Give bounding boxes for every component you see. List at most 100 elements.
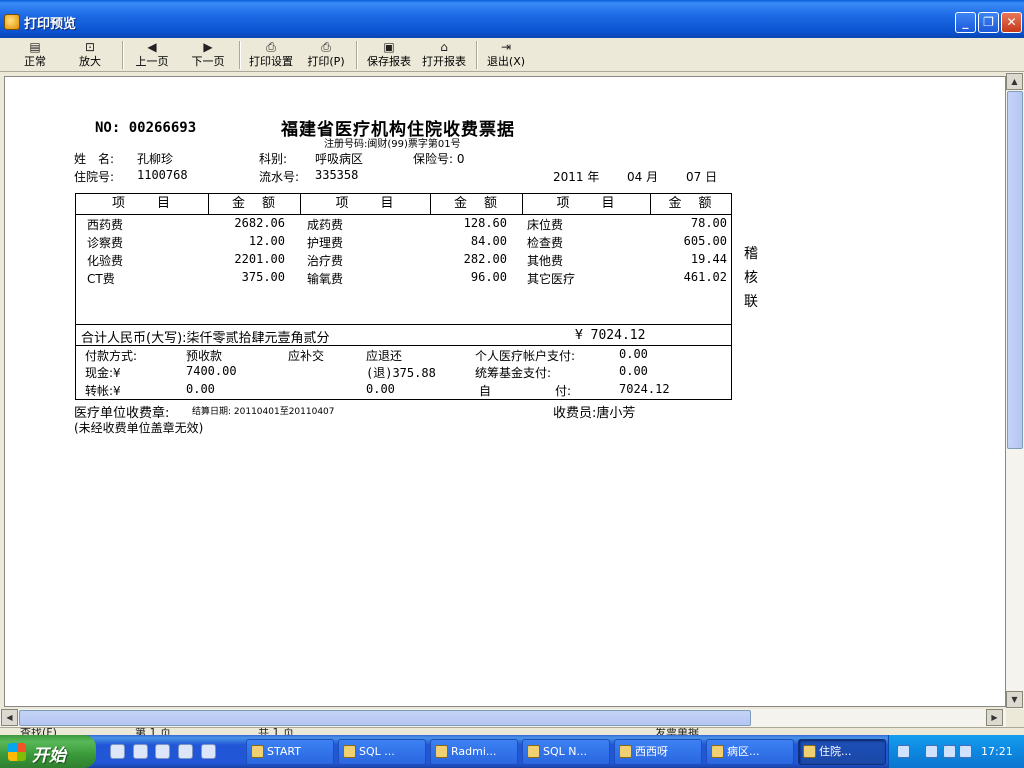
prev-page-button[interactable]: ◀ 上一页 bbox=[131, 39, 173, 71]
zoom-icon: ⊡ bbox=[84, 40, 96, 54]
windows-logo-icon bbox=[8, 743, 26, 761]
item-amount: 375.00 bbox=[241, 270, 285, 284]
toolbar: ▤ 正常 ⊡ 放大 ◀ 上一页 ▶ 下一页 ⎙ 打印设置 ⎙ 打印(P) ▣ 保… bbox=[0, 38, 1024, 72]
folder-icon bbox=[251, 745, 264, 758]
toolbar-separator bbox=[476, 41, 478, 69]
item-amount: 282.00 bbox=[463, 252, 507, 266]
transfer-value-2: 0.00 bbox=[366, 382, 395, 396]
item-name: CT费 bbox=[87, 272, 115, 286]
item-name: 诊察费 bbox=[87, 236, 124, 250]
item-name: 检查费 bbox=[527, 236, 564, 250]
exit-icon: ⇥ bbox=[500, 40, 512, 54]
app-icon bbox=[803, 745, 816, 758]
tray-expand-icon[interactable] bbox=[925, 745, 938, 758]
serial-number: 335358 bbox=[315, 168, 359, 182]
close-button[interactable]: ✕ bbox=[1001, 12, 1022, 33]
item-amount: 128.60 bbox=[463, 216, 507, 230]
taskbar: 开始 START SQL ... Radmi... SQL N... 西西呀 病… bbox=[0, 735, 1024, 768]
exit-button[interactable]: ⇥ 退出(X) bbox=[483, 39, 529, 71]
open-report-button[interactable]: ⌂ 打开报表 bbox=[418, 39, 470, 71]
col-header-item: 项 目 bbox=[556, 196, 617, 211]
registration-number: 注册号码:闽财(99)票字第01号 bbox=[324, 139, 461, 150]
admission-label: 住院号: bbox=[74, 170, 115, 184]
normal-view-button[interactable]: ▤ 正常 bbox=[17, 39, 53, 71]
print-button[interactable]: ⎙ 打印(P) bbox=[303, 39, 349, 71]
status-find[interactable]: 查找(F) bbox=[20, 728, 57, 735]
item-name: 输氧费 bbox=[307, 272, 344, 286]
clock: 17:21 bbox=[981, 745, 1013, 758]
item-amount: 2201.00 bbox=[234, 252, 285, 266]
window-title: 打印预览 bbox=[24, 17, 77, 32]
vertical-scrollbar[interactable]: ▲ ▼ bbox=[1006, 72, 1024, 709]
pay-method-label: 付款方式: bbox=[85, 349, 138, 363]
quicklaunch-icon[interactable] bbox=[201, 744, 216, 759]
task-ward[interactable]: 病区... bbox=[706, 739, 794, 765]
print-setup-button[interactable]: ⎙ 打印设置 bbox=[245, 39, 297, 71]
quicklaunch-icon[interactable] bbox=[133, 744, 148, 759]
toolbar-separator bbox=[356, 41, 358, 69]
status-total-pages: 共 1 页 bbox=[258, 727, 294, 735]
receipt-number: NO: 00266693 bbox=[95, 120, 197, 136]
task-inpatient[interactable]: 住院... bbox=[798, 739, 886, 765]
item-amount: 84.00 bbox=[470, 234, 507, 248]
table-header-line bbox=[75, 214, 732, 215]
task-xixiya[interactable]: 西西呀 bbox=[614, 739, 702, 765]
cash-label: 现金:¥ bbox=[85, 366, 121, 380]
keyboard-icon[interactable] bbox=[897, 745, 910, 758]
globe-icon bbox=[527, 745, 540, 758]
network-icon[interactable] bbox=[959, 745, 972, 758]
item-name: 其他费 bbox=[527, 254, 564, 268]
cashier: 收费员:唐小芳 bbox=[553, 406, 636, 421]
quicklaunch-icon[interactable] bbox=[178, 744, 193, 759]
next-page-icon: ▶ bbox=[203, 40, 213, 54]
quicklaunch-icon[interactable] bbox=[155, 744, 170, 759]
col-header-item: 项 目 bbox=[335, 196, 396, 211]
date-year: 2011 年 bbox=[553, 170, 600, 184]
normal-view-icon: ▤ bbox=[29, 40, 41, 54]
horizontal-scroll-thumb[interactable] bbox=[19, 710, 751, 726]
item-amount: 12.00 bbox=[248, 234, 285, 248]
scroll-left-arrow-icon[interactable]: ◀ bbox=[1, 709, 18, 726]
app-icon bbox=[711, 745, 724, 758]
item-amount: 2682.06 bbox=[234, 216, 285, 230]
self-pay-value: 7024.12 bbox=[619, 382, 670, 396]
horizontal-scrollbar[interactable]: ◀ ▶ bbox=[0, 709, 1006, 727]
task-start[interactable]: START bbox=[246, 739, 334, 765]
table-border-right bbox=[731, 193, 732, 400]
col-header-amount: 金 额 bbox=[453, 196, 499, 211]
restore-button[interactable]: ❐ bbox=[978, 12, 999, 33]
minimize-button[interactable]: _ bbox=[955, 12, 976, 33]
task-radmin[interactable]: Radmi... bbox=[430, 739, 518, 765]
col-header-item: 项 目 bbox=[111, 196, 172, 211]
item-amount: 605.00 bbox=[683, 234, 727, 248]
item-amount: 78.00 bbox=[690, 216, 727, 230]
table-border-bottom bbox=[75, 399, 732, 400]
save-report-button[interactable]: ▣ 保存报表 bbox=[363, 39, 415, 71]
col-header-amount: 金 额 bbox=[668, 196, 714, 211]
vertical-scroll-thumb[interactable] bbox=[1007, 91, 1023, 449]
start-button[interactable]: 开始 bbox=[0, 735, 96, 768]
next-page-button[interactable]: ▶ 下一页 bbox=[187, 39, 229, 71]
stamp-note: (未经收费单位盖章无效) bbox=[74, 421, 204, 435]
refund-value: (退)375.88 bbox=[366, 366, 436, 380]
task-sql[interactable]: SQL ... bbox=[338, 739, 426, 765]
settlement-period: 结算日期: 20110401至20110407 bbox=[192, 407, 335, 417]
item-name: 成药费 bbox=[307, 218, 344, 232]
admission-number: 1100768 bbox=[137, 168, 188, 182]
network-icon[interactable] bbox=[943, 745, 956, 758]
scroll-up-arrow-icon[interactable]: ▲ bbox=[1006, 73, 1023, 90]
supplement-label: 应补交 bbox=[288, 349, 325, 363]
scroll-right-arrow-icon[interactable]: ▶ bbox=[986, 709, 1003, 726]
task-sql-n[interactable]: SQL N... bbox=[522, 739, 610, 765]
ie-icon[interactable] bbox=[110, 744, 125, 759]
system-tray: 17:21 bbox=[888, 735, 1024, 768]
pool-fund-label: 统筹基金支付: bbox=[475, 366, 552, 380]
item-name: 护理费 bbox=[307, 236, 344, 250]
folder-icon bbox=[619, 745, 632, 758]
total-amount: ¥ 7024.12 bbox=[575, 328, 646, 343]
radmin-icon bbox=[435, 745, 448, 758]
scroll-down-arrow-icon[interactable]: ▼ bbox=[1006, 691, 1023, 708]
zoom-button[interactable]: ⊡ 放大 bbox=[72, 39, 108, 71]
item-amount: 96.00 bbox=[470, 270, 507, 284]
preview-area[interactable]: NO: 00266693 福建省医疗机构住院收费票据 注册号码:闽财(99)票字… bbox=[0, 72, 1024, 727]
